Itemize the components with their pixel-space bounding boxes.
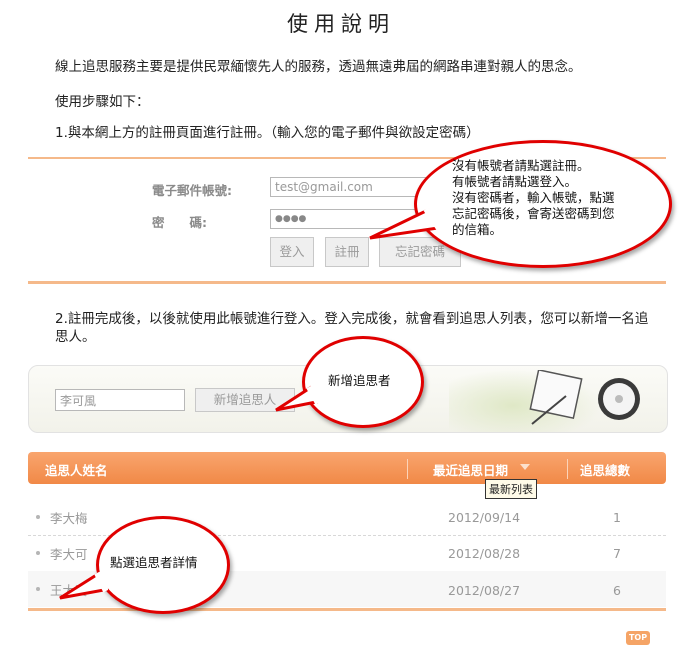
header-name[interactable]: 追思人姓名 xyxy=(45,460,108,479)
register-callout-line-4: 忘記密碼後，會寄送密碼到您 xyxy=(452,206,615,221)
header-separator xyxy=(567,459,568,479)
new-person-name-input[interactable] xyxy=(55,389,185,411)
header-date[interactable]: 最近追思日期 xyxy=(433,460,508,479)
register-callout-line-1: 沒有帳號者請點選註冊。 xyxy=(452,158,590,173)
add-callout-pointer xyxy=(275,385,321,412)
steps-heading: 使用步驟如下： xyxy=(55,94,150,110)
back-to-top-button[interactable]: TOP xyxy=(626,631,650,645)
detail-callout-text: 點選追思者詳情 xyxy=(110,555,198,570)
intro-text: 線上追思服務主要是提供民眾緬懷先人的服務，透過無遠弗屆的網路串連對親人的思念。 xyxy=(55,59,582,75)
row-count: 7 xyxy=(613,546,621,561)
login-button[interactable]: 登入 xyxy=(270,237,314,267)
row-bullet-icon xyxy=(36,551,40,555)
latest-list-tooltip: 最新列表 xyxy=(485,479,537,499)
add-callout-text: 新增追思者 xyxy=(328,373,391,388)
row-bullet-icon xyxy=(36,587,40,591)
step1-text: 1.與本網上方的註冊頁面進行註冊。（輸入您的電子郵件與欲設定密碼） xyxy=(55,125,480,141)
row-count: 1 xyxy=(613,510,621,525)
camera-lens-icon xyxy=(598,378,640,420)
register-callout-line-2: 有帳號者請點選登入。 xyxy=(452,174,578,189)
table-footer-rule xyxy=(28,608,666,611)
detail-callout-pointer xyxy=(59,571,108,600)
email-label: 電子郵件帳號: xyxy=(152,183,232,198)
password-label: 密 碼: xyxy=(152,215,207,230)
register-callout-line-5: 的信箱。 xyxy=(452,222,503,237)
register-callout-line-3: 沒有密碼者，輸入帳號，點選 xyxy=(452,190,615,205)
row-date: 2012/08/28 xyxy=(448,546,521,561)
sort-arrow-icon[interactable] xyxy=(520,464,530,472)
header-separator xyxy=(407,459,408,479)
register-callout-pointer xyxy=(369,207,443,240)
table-header xyxy=(28,452,666,484)
header-count[interactable]: 追思總數 xyxy=(580,460,630,479)
row-count: 6 xyxy=(613,583,621,598)
notebook-pen-icon xyxy=(529,370,583,425)
page-title: 使用說明 xyxy=(287,12,395,36)
row-name[interactable]: 李大可 xyxy=(50,544,88,563)
row-date: 2012/09/14 xyxy=(448,510,521,525)
login-panel-bottom-rule xyxy=(28,281,666,284)
row-name[interactable]: 李大梅 xyxy=(50,508,88,527)
row-bullet-icon xyxy=(36,515,40,519)
register-button[interactable]: 註冊 xyxy=(325,237,369,267)
email-field[interactable] xyxy=(270,177,430,197)
row-date: 2012/08/27 xyxy=(448,583,521,598)
